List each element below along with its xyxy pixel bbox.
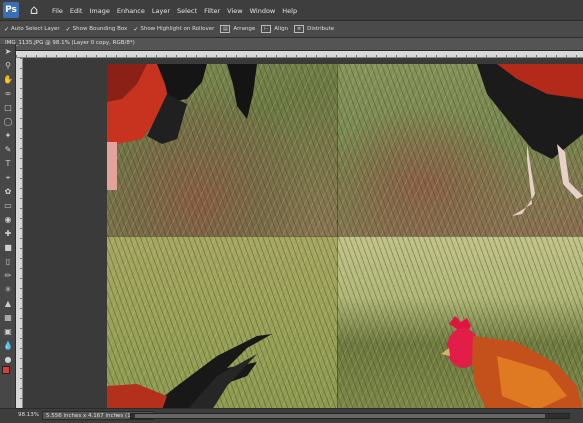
menu-layer[interactable]: Layer [152, 7, 170, 15]
auto-select-layer-label: Auto Select Layer [11, 26, 60, 32]
rooster-shape [107, 64, 257, 190]
canvas-workspace[interactable] [23, 58, 583, 408]
document-title: IMG_1135.JPG @ 98.1% (Layer 0 copy, RGB/… [5, 40, 135, 46]
menu-help[interactable]: Help [282, 7, 297, 15]
image-tile-top-left [107, 64, 337, 236]
menu-filter[interactable]: Filter [204, 7, 220, 15]
distribute-button[interactable]: ≡ Distribute [294, 25, 334, 33]
image-tile-bottom-left [107, 236, 337, 408]
app-logo: Ps [3, 2, 19, 18]
status-bar: 98.13% 5.556 inches x 4.167 inches (180 … [0, 408, 583, 423]
distribute-label: Distribute [307, 26, 335, 32]
status-menu-arrow-icon[interactable]: ▸ [116, 412, 119, 419]
checkmark-icon: ✓ [4, 25, 10, 33]
arrange-button[interactable]: ▤ Arrange [220, 25, 255, 33]
tail-feathers-shape [107, 334, 272, 408]
document-image[interactable] [107, 64, 583, 408]
rooster-shape [441, 316, 583, 408]
menu-view[interactable]: View [227, 7, 242, 15]
editor-window: Ps ⌂ File Edit Image Enhance Layer Selec… [0, 0, 583, 423]
zoom-level[interactable]: 98.13% [18, 412, 39, 418]
arrange-icon: ▤ [220, 25, 231, 33]
show-highlight-option[interactable]: ✓ Show Highlight on Rollover [133, 26, 214, 33]
quick-selection-tool-icon[interactable]: ✎ [2, 144, 14, 155]
menu-file[interactable]: File [52, 7, 63, 15]
scrollbar-thumb[interactable] [135, 414, 545, 418]
clone-stamp-tool-icon[interactable]: ■ [2, 242, 14, 253]
home-icon[interactable]: ⌂ [26, 3, 42, 18]
brush-tool-icon[interactable]: ✏ [2, 270, 14, 281]
document-tab[interactable]: IMG_1135.JPG @ 98.1% (Layer 0 copy, RGB/… [0, 38, 583, 51]
checkmark-icon: ✓ [65, 25, 71, 33]
distribute-icon: ≡ [294, 25, 305, 33]
tile-seam-horizontal [107, 236, 583, 237]
menu-enhance[interactable]: Enhance [117, 7, 145, 15]
arrange-label: Arrange [233, 26, 256, 32]
type-tool-icon[interactable]: T [2, 158, 14, 169]
show-bounding-box-label: Show Bounding Box [72, 26, 128, 32]
eyedropper-tool-icon[interactable]: ∞ [2, 88, 14, 99]
menu-image[interactable]: Image [89, 7, 109, 15]
cookie-cutter-tool-icon[interactable]: ✿ [2, 186, 14, 197]
red-eye-tool-icon[interactable]: ◉ [2, 214, 14, 225]
show-highlight-label: Show Highlight on Rollover [140, 26, 215, 32]
menu-edit[interactable]: Edit [70, 7, 83, 15]
lasso-tool-icon[interactable]: ◯ [2, 116, 14, 127]
align-button[interactable]: ⊢ Align [261, 25, 288, 33]
hand-tool-icon[interactable]: ✋ [2, 74, 14, 85]
checkmark-icon: ✓ [133, 25, 139, 33]
gradient-tool-icon[interactable]: ▦ [2, 312, 14, 323]
crop-tool-icon[interactable]: ⌖ [2, 172, 14, 183]
menu-bar: Ps ⌂ File Edit Image Enhance Layer Selec… [0, 0, 583, 21]
menu-select[interactable]: Select [177, 7, 197, 15]
marquee-tool-icon[interactable]: □ [2, 102, 14, 113]
image-tile-bottom-right [337, 236, 583, 408]
align-label: Align [274, 26, 289, 32]
show-bounding-box-option[interactable]: ✓ Show Bounding Box [66, 26, 128, 33]
horizontal-ruler [16, 51, 583, 58]
straighten-tool-icon[interactable]: ▭ [2, 200, 14, 211]
magic-wand-tool-icon[interactable]: ✦ [2, 130, 14, 141]
tool-options-bar: ✓ Auto Select Layer ✓ Show Bounding Box … [0, 21, 583, 38]
rooster-shape [477, 64, 583, 216]
image-tile-top-right [337, 64, 583, 236]
zoom-tool-icon[interactable]: ⚲ [2, 60, 14, 71]
menu-window[interactable]: Window [250, 7, 276, 15]
foreground-color-swatch[interactable] [2, 366, 10, 374]
shape-tool-icon[interactable]: ▣ [2, 326, 14, 337]
vertical-ruler [16, 58, 23, 408]
spot-healing-tool-icon[interactable]: ✚ [2, 228, 14, 239]
eraser-tool-icon[interactable]: ▯ [2, 256, 14, 267]
smart-brush-tool-icon[interactable]: ✳ [2, 284, 14, 295]
menu-list: File Edit Image Enhance Layer Select Fil… [52, 0, 304, 21]
auto-select-layer-option[interactable]: ✓ Auto Select Layer [4, 26, 60, 33]
align-icon: ⊢ [261, 25, 272, 33]
blur-tool-icon[interactable]: 💧 [2, 340, 14, 351]
toolbox: ➤ ⚲ ✋ ∞ □ ◯ ✦ ✎ T ⌖ ✿ ▭ ◉ ✚ ■ ▯ ✏ ✳ ▲ ▦ … [0, 44, 16, 408]
move-tool-icon[interactable]: ➤ [2, 46, 14, 57]
paint-bucket-tool-icon[interactable]: ▲ [2, 298, 14, 309]
horizontal-scrollbar[interactable] [130, 413, 570, 419]
sponge-tool-icon[interactable]: ● [2, 354, 14, 365]
